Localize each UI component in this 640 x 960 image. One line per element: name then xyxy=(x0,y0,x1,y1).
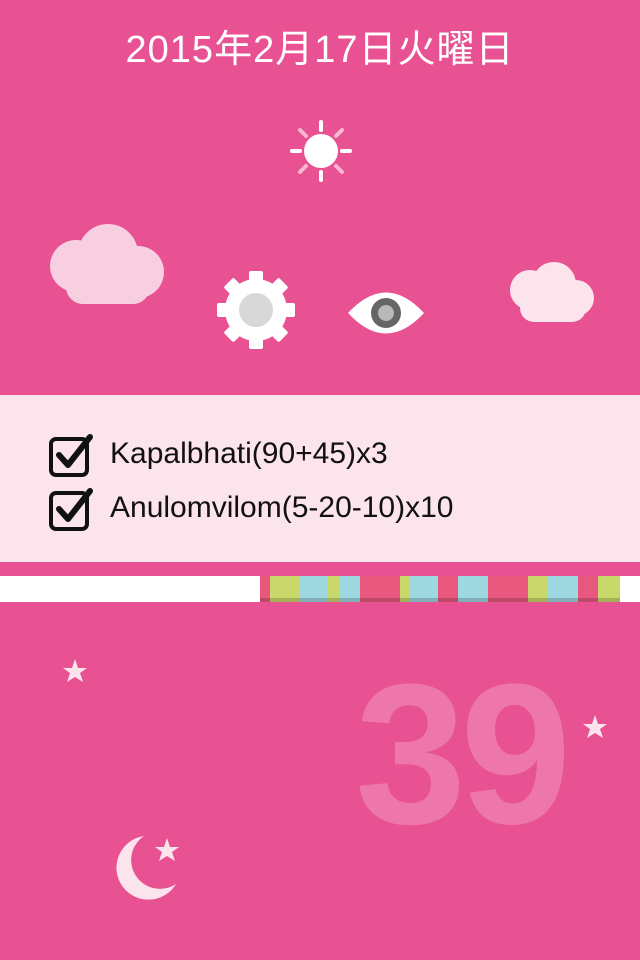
progress-segment xyxy=(578,576,598,602)
progress-segment xyxy=(598,576,620,602)
progress-segment xyxy=(438,576,458,602)
progress-segment xyxy=(458,576,488,602)
moon-icon xyxy=(116,836,179,900)
progress-segment xyxy=(340,576,360,602)
date-title: 2015年2月17日火曜日 xyxy=(125,29,515,71)
progress-segment xyxy=(400,576,410,602)
checkbox-checked-icon[interactable] xyxy=(48,487,94,533)
cloud-icon xyxy=(510,262,594,322)
progress-segments xyxy=(260,576,640,602)
counter-number: 39 xyxy=(355,643,571,866)
cloud-icon xyxy=(50,224,164,304)
star-icon xyxy=(63,659,87,682)
progress-segment xyxy=(270,576,300,602)
progress-segment xyxy=(528,576,548,602)
task-label: Anulomvilom(5-20-10)x10 xyxy=(110,491,454,524)
eye-icon xyxy=(348,292,424,334)
gear-icon xyxy=(217,271,295,349)
task-label: Kapalbhati(90+45)x3 xyxy=(110,437,388,470)
tasks-panel: Kapalbhati(90+45)x3 Anulomvilom(5-20-10)… xyxy=(0,395,640,562)
progress-segment xyxy=(548,576,578,602)
progress-segment xyxy=(300,576,328,602)
progress-segment xyxy=(260,576,270,602)
sun-icon xyxy=(290,120,352,182)
progress-segment xyxy=(410,576,438,602)
progress-segment xyxy=(360,576,400,602)
progress-segment xyxy=(328,576,340,602)
progress-strip xyxy=(0,576,640,602)
progress-segment xyxy=(488,576,528,602)
checkbox-checked-icon[interactable] xyxy=(48,433,94,479)
